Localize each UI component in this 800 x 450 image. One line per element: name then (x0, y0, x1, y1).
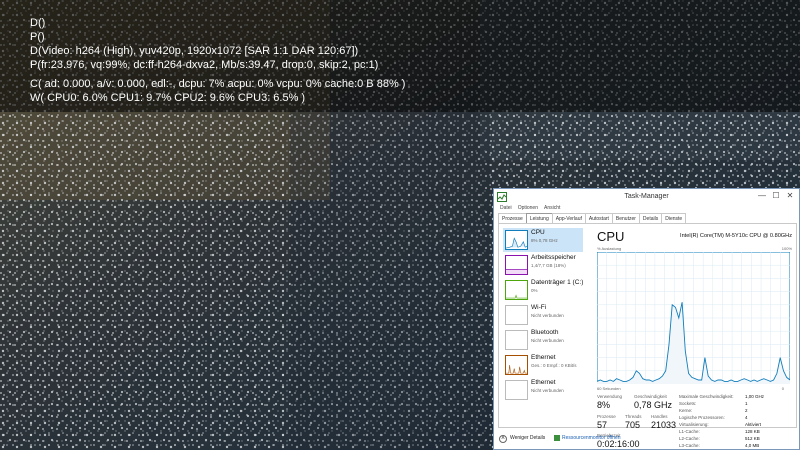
sidebar-label-ethernet-2: Ethernet (531, 379, 556, 386)
memory-thumbnail-graph (505, 255, 528, 275)
sidebar-sub-cpu: 8% 0,78 GHz (531, 238, 558, 243)
window-titlebar[interactable]: Task-Manager — ☐ ✕ (494, 189, 799, 205)
resource-monitor-icon (554, 435, 560, 441)
spec-value-max-speed: 1,00 GHz (745, 394, 765, 399)
task-manager-window[interactable]: Task-Manager — ☐ ✕ Datei Optionen Ansich… (493, 188, 800, 450)
maximize-button[interactable]: ☐ (769, 189, 783, 203)
open-resource-monitor-link[interactable]: Ressourcenmonitor öffnen (562, 435, 621, 441)
spec-key-sockets: Sockets: (679, 401, 697, 406)
graph-label-zero: 0 (781, 386, 784, 391)
close-button[interactable]: ✕ (783, 189, 797, 203)
performance-panel: CPU 8% 0,78 GHz Arbeitsspeicher 1,4/7,7 … (498, 223, 797, 449)
graph-label-max: 100% (781, 246, 792, 251)
stat-label-threads: Threads (625, 414, 642, 419)
menu-bar: Datei Optionen Ansicht (494, 204, 560, 213)
sidebar-item-wifi[interactable]: Wi-Fi Nicht verbunden (503, 303, 583, 327)
cpu-model-name: Intel(R) Core(TM) M-5Y10c CPU @ 0.80GHz (680, 233, 792, 239)
sidebar-sub-ethernet-2: Nicht verbunden (531, 388, 564, 393)
graph-label-utilization: % Auslastung (597, 246, 622, 251)
menu-file[interactable]: Datei (500, 204, 512, 213)
stat-label-usage: Verwendung (597, 394, 623, 399)
spec-key-cores: Kerne: (679, 408, 693, 413)
ethernet-thumbnail-graph (505, 355, 528, 375)
sidebar-sub-bluetooth: Nicht verbunden (531, 338, 564, 343)
menu-view[interactable]: Ansicht (544, 204, 560, 213)
wifi-thumbnail-graph (505, 305, 528, 325)
window-title: Task-Manager (624, 193, 669, 200)
osd-line-pipeline: P() (30, 31, 45, 43)
sidebar-sub-memory: 1,4/7,7 GB (18%) (531, 263, 566, 268)
cpu-heading: CPU (597, 229, 625, 244)
minimize-button[interactable]: — (755, 189, 769, 203)
stat-value-usage: 8% (597, 400, 611, 410)
ethernet-2-thumbnail-graph (505, 380, 528, 400)
spec-key-max-speed: Maximale Geschwindigkeit: (679, 394, 734, 399)
spec-value-logical-processors: 4 (745, 415, 748, 420)
sidebar-item-bluetooth[interactable]: Bluetooth Nicht verbunden (503, 328, 583, 352)
osd-line-playback-info: P(fr:23.976, vq:99%, dc:ff-h264-dxva2, M… (30, 59, 379, 71)
sidebar-item-memory[interactable]: Arbeitsspeicher 1,4/7,7 GB (18%) (503, 253, 583, 277)
disk-thumbnail-graph (505, 280, 528, 300)
fewer-details-link[interactable]: Weniger Details (510, 435, 545, 441)
spec-value-sockets: 1 (745, 401, 748, 406)
stat-value-handles: 21033 (651, 420, 677, 430)
sidebar-item-cpu[interactable]: CPU 8% 0,78 GHz (503, 228, 583, 252)
sidebar-label-wifi: Wi-Fi (531, 304, 547, 311)
chevron-up-icon[interactable]: ˄ (499, 435, 507, 443)
spec-value-cores: 2 (745, 408, 748, 413)
sidebar-sub-wifi: Nicht verbunden (531, 313, 564, 318)
sidebar-label-ethernet-1: Ethernet (531, 354, 556, 361)
stat-value-processes: 57 (597, 420, 608, 430)
sidebar-sub-ethernet-1: Ges.: 0 Empf.: 0 KBit/s (531, 363, 577, 368)
spec-key-logical-processors: Logische Prozessoren: (679, 415, 725, 420)
stat-label-processes: Prozesse (597, 414, 616, 419)
sidebar-item-disk[interactable]: Datenträger 1 (C:) 0% (503, 278, 583, 302)
osd-line-video-info: D(Video: h264 (High), yuv420p, 1920x1072… (30, 45, 359, 57)
stat-label-handles: Handles (651, 414, 668, 419)
stat-label-speed: Geschwindigkeit (634, 394, 667, 399)
spec-value-virtualization: Aktiviert (745, 422, 762, 427)
spec-key-virtualization: Virtualisierung: (679, 422, 709, 427)
sidebar-item-ethernet-2[interactable]: Ethernet Nicht verbunden (503, 378, 583, 402)
sidebar-label-bluetooth: Bluetooth (531, 329, 559, 336)
osd-line-core-usage: W( CPU0: 6.0% CPU1: 9.7% CPU2: 9.6% CPU3… (30, 92, 306, 104)
playback-stats-overlay: D() P() D(Video: h264 (High), yuv420p, 1… (0, 0, 800, 112)
window-footer: ˄ Weniger Details Ressourcenmonitor öffn… (494, 430, 799, 450)
sidebar-label-disk: Datenträger 1 (C:) (531, 279, 584, 286)
graph-label-time: 60 Sekunden (597, 386, 621, 391)
stat-value-speed: 0,78 GHz (634, 400, 673, 410)
sidebar-sub-disk: 0% (531, 288, 538, 293)
sidebar-label-memory: Arbeitsspeicher (531, 254, 576, 261)
osd-line-decoder: D() (30, 17, 46, 29)
bluetooth-thumbnail-graph (505, 330, 528, 350)
cpu-usage-graph (597, 252, 790, 384)
osd-line-cpu-info: C( ad: 0.000, a/v: 0.000, edl:-, dcpu: 7… (30, 78, 406, 90)
sidebar-item-ethernet-1[interactable]: Ethernet Ges.: 0 Empf.: 0 KBit/s (503, 353, 583, 377)
cpu-thumbnail-graph (505, 230, 528, 250)
stat-value-threads: 705 (625, 420, 641, 430)
menu-options[interactable]: Optionen (518, 204, 538, 213)
sidebar-label-cpu: CPU (531, 229, 545, 236)
task-manager-app-icon (497, 192, 507, 202)
